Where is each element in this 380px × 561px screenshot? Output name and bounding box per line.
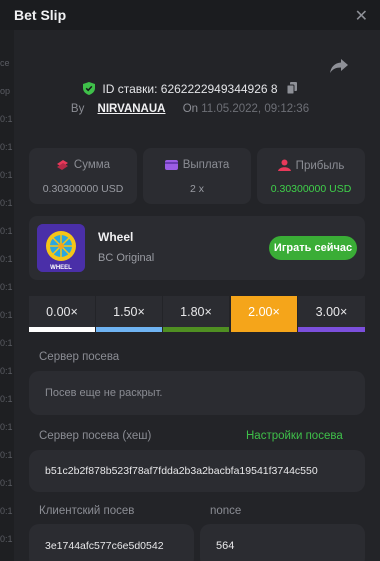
by-label: By [70,103,85,115]
feed-tick: ce [0,58,10,68]
multiplier-4: 3.00× [298,296,365,332]
feed-tick: 0:1 [0,534,13,544]
feed-tick: 0:1 [0,170,13,180]
client-seed-field[interactable]: 3e1744afc577c6e5d0542 [29,524,194,561]
wheel-game-thumbnail[interactable]: WHEEL [37,224,85,272]
game-name: Wheel [98,230,134,244]
page-title: Bet Slip [14,7,67,23]
bet-id-row: ID ставки: 6262222949344926 8 [0,82,380,96]
stat-payout: Выплата 2 x [143,148,251,204]
bet-id: ID ставки: 6262222949344926 8 [102,82,278,96]
feed-tick: 0:1 [0,422,13,432]
feed-tick: 0:1 [0,114,13,124]
wallet-icon [164,160,178,170]
game-provider: BC Original [98,252,155,264]
stat-amount: Сумма 0.30300000 USD [29,148,137,204]
username-link[interactable]: NIRVANAUA [98,103,166,115]
coins-icon [56,160,68,170]
feed-tick: 0:1 [0,366,13,376]
stat-amount-label: Сумма [29,159,137,171]
feed-tick: 0:1 [0,338,13,348]
stat-profit-value: 0.30300000 USD [270,183,352,195]
multiplier-2: 1.80× [163,296,229,332]
server-seed-label: Сервер посева [39,351,120,363]
multiplier-bar: 0.00× 1.50× 1.80× 2.00× 3.00× [29,296,365,332]
stat-amount-value: 0.30300000 USD [42,183,124,195]
close-icon[interactable]: ✕ [355,6,368,26]
stat-payout-value: 2 x [189,183,204,195]
bet-date: 11.05.2022, 09:12:36 [201,103,310,115]
multiplier-3-selected: 2.00× [231,296,297,332]
feed-tick: 0:1 [0,282,13,292]
feed-tick: 0:1 [0,226,13,236]
seed-settings-link[interactable]: Настройки посева [246,430,343,442]
nonce-field[interactable]: 564 [200,524,365,561]
feed-tick: 0:1 [0,254,13,264]
feed-tick: 0:1 [0,142,13,152]
feed-tick: 0:1 [0,506,13,516]
nonce-label: nonce [210,505,242,517]
stat-profit: Прибыль 0.30300000 USD [257,148,365,204]
stat-payout-label: Выплата [143,159,251,171]
shield-check-icon [83,82,96,95]
profit-icon [277,159,291,171]
server-seed-hash-field[interactable]: b51c2b2f878b523f78af7fdda2b3a2bacbfa1954… [29,450,365,492]
feed-tick: 0:1 [0,198,13,208]
stat-profit-label: Прибыль [257,159,365,172]
server-seed-hash-label: Сервер посева (хеш) [39,430,152,442]
bet-author-row: By NIRVANAUA On 11.05.2022, 09:12:36 [0,103,380,115]
feed-tick: 0:1 [0,394,13,404]
multiplier-0: 0.00× [29,296,95,332]
multiplier-1: 1.50× [96,296,162,332]
client-seed-label: Клиентский посев [39,505,135,517]
feed-tick: 0:1 [0,450,13,460]
game-card: WHEEL Wheel BC Original Играть сейчас [29,216,365,280]
copy-icon[interactable] [286,82,297,94]
play-now-button[interactable]: Играть сейчас [269,236,357,260]
thumb-wordmark: WHEEL [50,265,72,271]
wheel-icon: WHEEL [37,224,85,272]
server-seed-field[interactable]: Посев еще не раскрыт. [29,371,365,415]
feed-tick: 0:1 [0,478,13,488]
share-icon[interactable] [329,58,349,74]
on-label: On [182,103,199,115]
header: Bet Slip ✕ [0,0,380,30]
feed-tick: 0:1 [0,310,13,320]
